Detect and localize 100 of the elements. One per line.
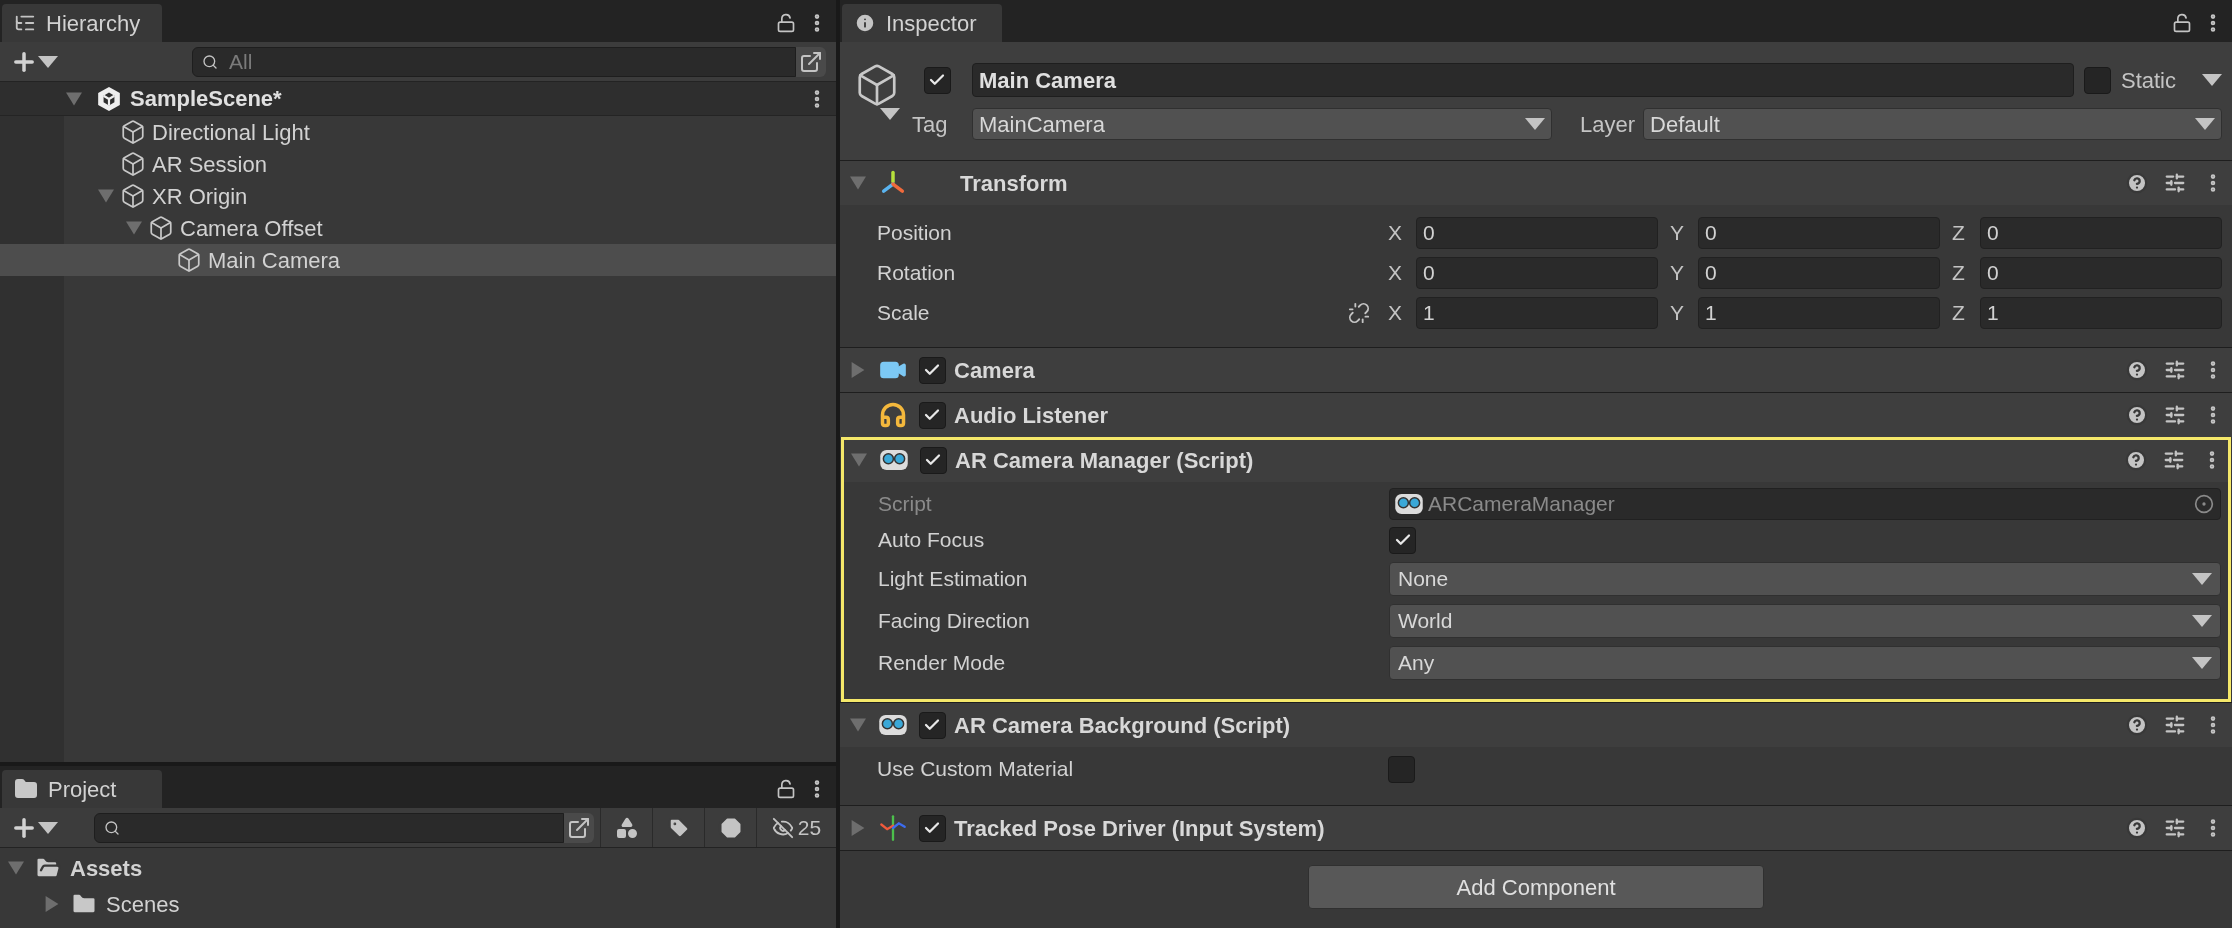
number-field[interactable]: 0 [1698, 217, 1940, 249]
number-field[interactable]: 1 [1698, 297, 1940, 329]
checkbox[interactable] [1388, 755, 1415, 783]
search-icon [202, 53, 218, 70]
search-field[interactable] [94, 812, 564, 843]
enable-checkbox[interactable] [918, 711, 946, 739]
name-field[interactable]: Main Camera [972, 63, 2074, 97]
number-field[interactable]: 0 [1416, 217, 1658, 249]
help-icon[interactable] [2125, 449, 2147, 471]
object-field[interactable]: ARCameraManager [1389, 488, 2221, 520]
tag-icon [667, 816, 690, 839]
dropdown-caret-icon [38, 821, 58, 834]
cube-icon [176, 247, 202, 273]
property-label: Facing Direction [877, 608, 1031, 635]
collapse-arrow-icon[interactable] [66, 90, 82, 107]
enable-checkbox[interactable] [919, 446, 947, 474]
axis-label: Y [1670, 260, 1685, 287]
number-field[interactable]: 1 [1416, 297, 1658, 329]
component-header[interactable]: Transform [840, 161, 2232, 205]
hierarchy-item[interactable]: XR Origin [0, 180, 836, 212]
component-title: Transform [959, 169, 1069, 198]
presets-sliders-icon[interactable] [2164, 404, 2186, 426]
axis-label: X [1388, 300, 1403, 327]
scene-header[interactable]: SampleScene* [0, 82, 836, 116]
expand-window-icon[interactable] [564, 812, 594, 843]
search-field[interactable]: All [192, 46, 796, 77]
dropdown[interactable]: None [1389, 562, 2221, 596]
presets-sliders-icon[interactable] [2164, 714, 2186, 736]
panel-tab[interactable]: Inspector [842, 4, 1002, 42]
component-header[interactable]: AR Camera Manager (Script) [841, 438, 2231, 482]
axis-label: X [1388, 260, 1403, 287]
help-icon[interactable] [2126, 817, 2148, 839]
number-field[interactable]: 1 [1980, 297, 2222, 329]
enable-checkbox[interactable] [918, 814, 946, 842]
axis-label: Z [1952, 300, 1966, 327]
hidden-packages-button[interactable]: 25 [756, 808, 836, 847]
component-header[interactable]: Camera [840, 348, 2232, 392]
number-field[interactable]: 0 [1416, 257, 1658, 289]
hidden-count: 25 [797, 814, 822, 841]
broken-link-icon[interactable] [1348, 302, 1370, 324]
component-header[interactable]: AR Camera Background (Script) [840, 703, 2232, 747]
layer-label: Layer [1580, 110, 1636, 139]
presets-sliders-icon[interactable] [2163, 449, 2185, 471]
help-icon[interactable] [2126, 172, 2148, 194]
number-field[interactable]: 0 [1698, 257, 1940, 289]
lock-icon[interactable] [776, 13, 796, 33]
component-header[interactable]: Tracked Pose Driver (Input System) [840, 806, 2232, 850]
enable-checkbox[interactable] [918, 356, 946, 384]
axis-label: X [1388, 220, 1403, 247]
presets-sliders-icon[interactable] [2164, 172, 2186, 194]
checkbox[interactable] [1389, 526, 1416, 554]
static-checkbox[interactable] [2083, 66, 2111, 94]
lock-icon[interactable] [2172, 13, 2192, 33]
hierarchy-item[interactable]: AR Session [0, 148, 836, 180]
tag-label: Tag [912, 110, 949, 139]
lock-icon[interactable] [776, 779, 796, 799]
component-title: Audio Listener [954, 401, 1109, 430]
panel-tab[interactable]: Hierarchy [2, 4, 162, 42]
dropdown-caret-icon [38, 55, 58, 68]
dropdown-caret-icon [2192, 615, 2212, 627]
hierarchy-item[interactable]: Directional Light [0, 116, 836, 148]
dropdown-caret-icon [2192, 573, 2212, 585]
add-component-button[interactable]: Add Component [1308, 865, 1764, 909]
dropdown-caret-icon [2202, 74, 2222, 86]
component-title: AR Camera Manager (Script) [955, 446, 1255, 475]
headphones-icon [879, 401, 907, 429]
presets-sliders-icon[interactable] [2164, 359, 2186, 381]
active-checkbox[interactable] [923, 66, 951, 94]
dropdown-caret-icon [2192, 657, 2212, 669]
shapes-icon [614, 815, 639, 840]
dropdown[interactable]: Any [1389, 646, 2221, 680]
tag-dropdown[interactable]: MainCamera [972, 108, 1552, 140]
expand-window-icon[interactable] [796, 46, 826, 77]
property-label: Light Estimation [877, 566, 1029, 593]
help-icon[interactable] [2126, 714, 2148, 736]
number-field[interactable]: 0 [1980, 217, 2222, 249]
panel-tab[interactable]: Project [2, 770, 162, 808]
cube-icon [148, 215, 174, 241]
number-field[interactable]: 0 [1980, 257, 2222, 289]
project-folder-item[interactable]: Scenes [0, 886, 836, 922]
project-folder-item[interactable]: Assets [0, 850, 836, 886]
cube-icon [120, 119, 146, 145]
axis-label: Z [1952, 220, 1966, 247]
hierarchy-item[interactable]: Camera Offset [0, 212, 836, 244]
help-icon[interactable] [2126, 359, 2148, 381]
component-header[interactable]: Audio Listener [840, 393, 2232, 437]
enable-checkbox[interactable] [918, 401, 946, 429]
property-label: Script [877, 491, 933, 518]
static-label: Static [2120, 66, 2176, 95]
eye-slash-icon [771, 816, 794, 839]
property-label: Scale [876, 300, 931, 327]
object-picker-icon[interactable] [2194, 494, 2214, 514]
axis-label: Y [1670, 220, 1685, 247]
cube-icon [120, 151, 146, 177]
component-title: Tracked Pose Driver (Input System) [954, 814, 1326, 843]
help-icon[interactable] [2126, 404, 2148, 426]
layer-dropdown[interactable]: Default [1643, 108, 2222, 140]
hierarchy-item[interactable]: Main Camera [0, 244, 836, 276]
dropdown[interactable]: World [1389, 604, 2221, 638]
presets-sliders-icon[interactable] [2164, 817, 2186, 839]
